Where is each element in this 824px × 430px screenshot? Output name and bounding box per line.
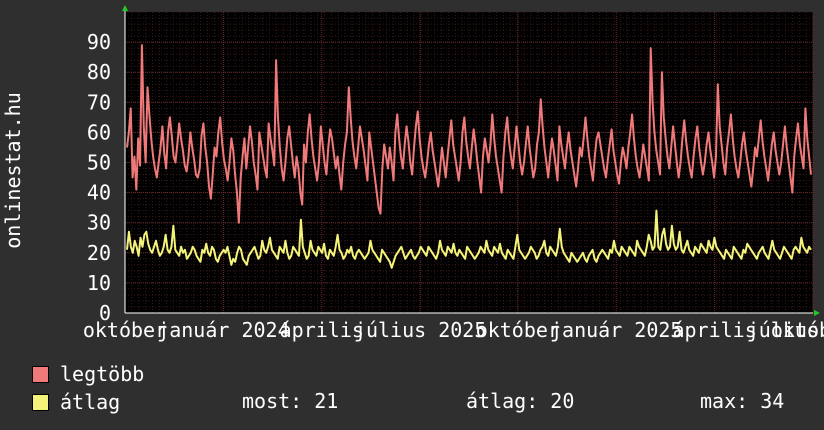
legend-swatch-max: [32, 366, 49, 383]
y-tick-label: 40: [87, 181, 111, 205]
stat-max: max: 34: [700, 389, 785, 413]
y-tick-label: 50: [87, 151, 111, 175]
x-tick-label: április: [280, 318, 364, 342]
x-axis-arrow: [814, 310, 820, 316]
y-axis-arrow: [122, 5, 128, 11]
y-tick-label: 20: [87, 241, 111, 265]
stat-most: most: 21: [242, 389, 339, 413]
x-tick-label: január 2024: [157, 318, 289, 342]
x-tick-label: október: [83, 318, 167, 342]
x-tick-label: október: [476, 318, 560, 342]
y-tick-label: 10: [87, 271, 111, 295]
legend-swatch-avg: [32, 394, 49, 411]
x-tick-label: július 2025: [354, 318, 486, 342]
x-tick-label: április: [672, 318, 756, 342]
x-tick-label: október: [771, 318, 824, 342]
y-tick-label: 60: [87, 120, 111, 144]
x-tick-label: január 2025: [550, 318, 682, 342]
y-tick-label: 30: [87, 211, 111, 235]
stat-atlag: átlag: 20: [466, 389, 575, 413]
y-tick-label: 70: [87, 90, 111, 114]
y-tick-label: 80: [87, 60, 111, 84]
y-tick-label: 90: [87, 30, 111, 54]
legend-label-max: legtöbb: [60, 362, 145, 386]
y-axis-title: onlinestat.hu: [1, 92, 25, 249]
legend-label-avg: átlag: [60, 390, 121, 414]
